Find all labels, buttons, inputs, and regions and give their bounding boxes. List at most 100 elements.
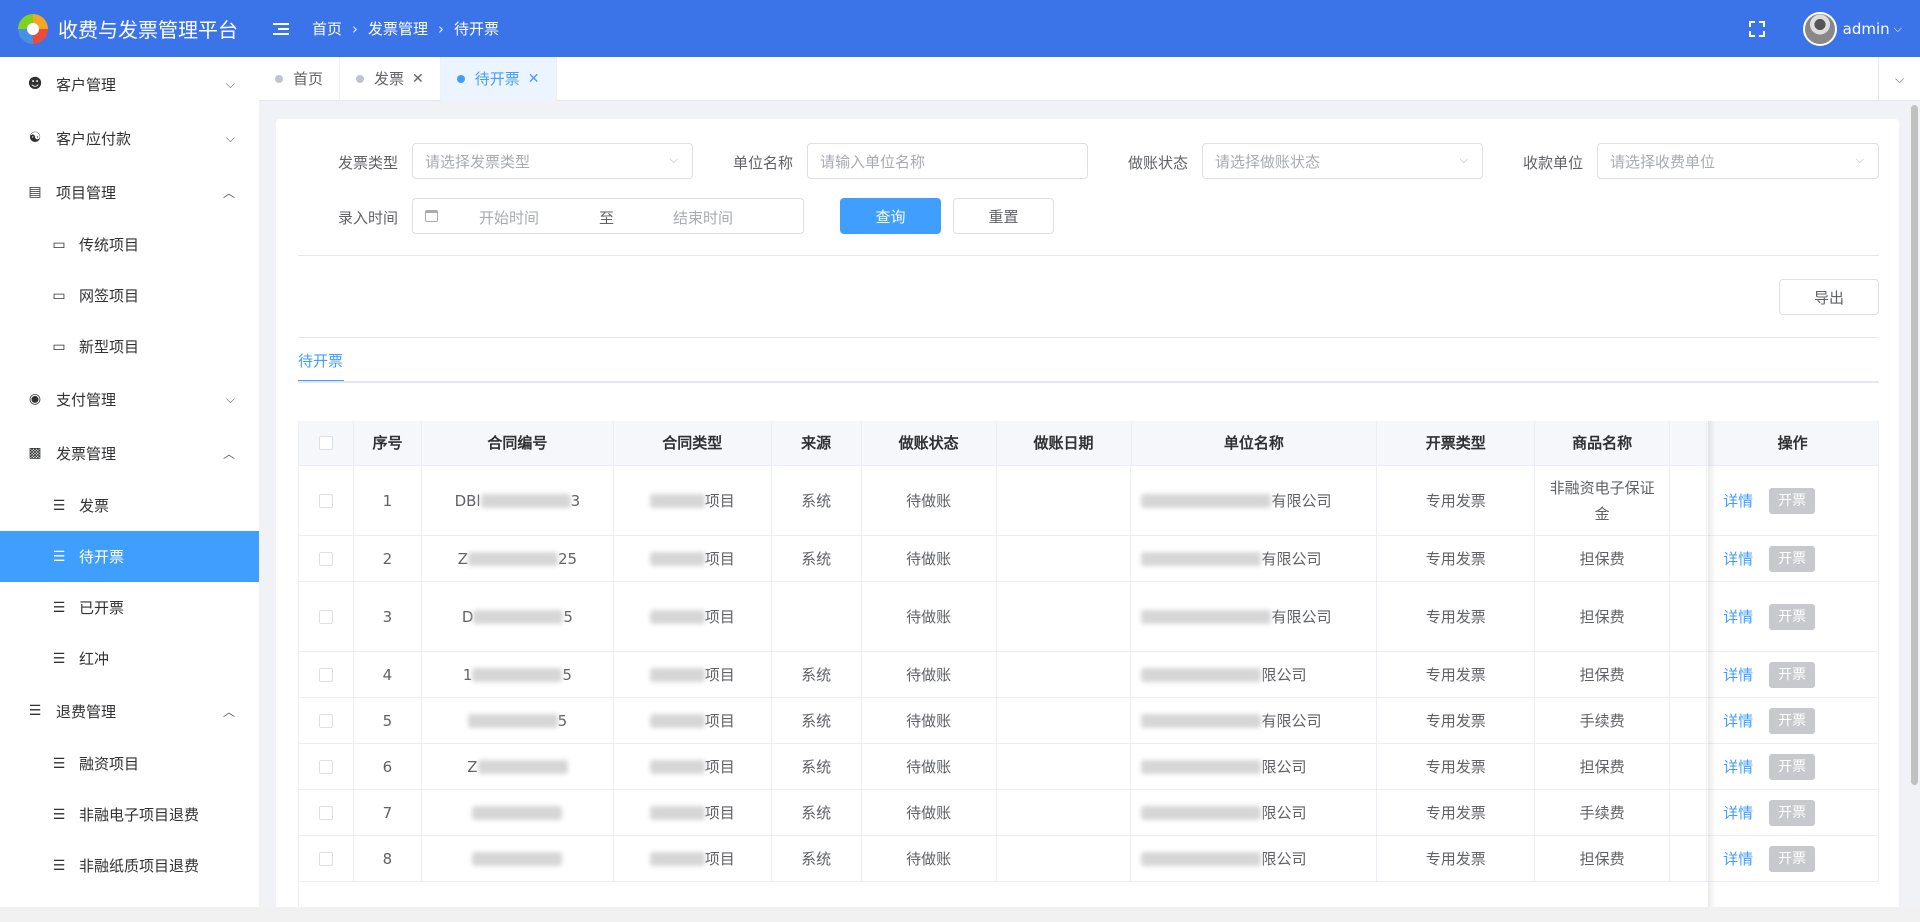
row-checkbox[interactable] [318, 759, 333, 774]
source-text: 系统 [801, 849, 832, 868]
account-status-select[interactable]: 请选择做账状态 ⌵ [1202, 143, 1483, 179]
sidebar-subitem-pending[interactable]: ☰ 待开票 [0, 531, 259, 582]
sidebar-item-customer[interactable]: ☻ 客户管理 ⌵ [0, 57, 259, 111]
close-icon[interactable]: ✕ [528, 71, 540, 87]
contract-number [472, 846, 563, 872]
detail-link[interactable]: 详情 [1723, 708, 1753, 734]
sidebar-subitem-issued[interactable]: ☰ 已开票 [0, 582, 259, 633]
issue-invoice-button[interactable]: 开票 [1769, 707, 1816, 734]
sidebar-item-customer-payable[interactable]: ☯ 客户应付款 ⌵ [0, 111, 259, 165]
list-icon: ☰ [52, 497, 66, 514]
unit-name-input[interactable]: 请输入单位名称 [807, 143, 1088, 179]
invoice-type: 专用发票 [1425, 757, 1486, 776]
issue-invoice-button[interactable]: 开票 [1769, 661, 1816, 688]
table-cell [997, 698, 1132, 743]
table-cell: 担保费 [1535, 582, 1671, 651]
table-cell [1670, 652, 1708, 697]
detail-link[interactable]: 详情 [1723, 546, 1753, 572]
reset-button[interactable]: 重置 [953, 198, 1054, 234]
sidebar-item-refund[interactable]: ☰ 退费管理 ︿ [0, 684, 259, 738]
horizontal-scrollbar[interactable] [0, 907, 1920, 922]
contract-type-suffix: 项目 [704, 711, 735, 730]
user-name[interactable]: admin [1843, 20, 1890, 38]
detail-link[interactable]: 详情 [1723, 662, 1753, 688]
issue-invoice-button[interactable]: 开票 [1769, 545, 1816, 572]
sidebar-subitem-nonfin-electronic[interactable]: ☰ 非融电子项目退费 [0, 789, 259, 840]
sidebar-subitem-new[interactable]: ▭ 新型项目 [0, 321, 259, 372]
list-icon: ☰ [52, 548, 66, 565]
avatar[interactable] [1802, 11, 1837, 46]
row-checkbox[interactable] [318, 805, 333, 820]
issue-invoice-button[interactable]: 开票 [1769, 799, 1816, 826]
chevron-down-icon[interactable]: ⌵ [1878, 57, 1920, 101]
table-cell: 项目 [614, 536, 772, 581]
row-checkbox[interactable] [318, 551, 333, 566]
start-date-placeholder[interactable]: 开始时间 [479, 207, 539, 228]
row-checkbox[interactable] [318, 713, 333, 728]
payee-unit-select[interactable]: 请选择收费单位 ⌵ [1597, 143, 1879, 179]
table-cell: 限公司 [1131, 790, 1378, 835]
tab-dot [456, 74, 465, 83]
table-cell: 详情 开票 [1707, 652, 1879, 697]
tab-invoice[interactable]: 发票 ✕ [340, 56, 441, 101]
sidebar-subitem-traditional[interactable]: ▭ 传统项目 [0, 219, 259, 270]
select-all-checkbox[interactable] [318, 436, 333, 450]
fullscreen-icon[interactable] [1748, 20, 1765, 37]
table-cell: 5 [354, 698, 422, 743]
table-cell: 手续费 [1535, 790, 1671, 835]
page-tabs: 首页 发票 ✕ 待开票 ✕ ⌵ [259, 56, 1920, 101]
table-cell [997, 836, 1132, 881]
sidebar-subitem-online[interactable]: ▭ 网签项目 [0, 270, 259, 321]
invoice-type: 专用发票 [1425, 665, 1486, 684]
sidebar-item-invoice[interactable]: ▩ 发票管理 ︿ [0, 426, 259, 480]
close-icon[interactable]: ✕ [412, 71, 424, 87]
issue-invoice-button[interactable]: 开票 [1769, 845, 1816, 872]
chevron-down-icon[interactable]: ⌵ [1894, 22, 1902, 36]
detail-link[interactable]: 详情 [1723, 488, 1753, 514]
table-cell: DBl 3 [422, 466, 614, 535]
source: 系统 [801, 708, 831, 734]
detail-link[interactable]: 详情 [1723, 754, 1753, 780]
sidebar-subitem-label: 红冲 [79, 650, 110, 668]
tab-pending-list[interactable]: 待开票 [298, 350, 343, 371]
breadcrumb-item-invoice[interactable]: 发票管理 [368, 18, 428, 39]
table-cell: 担保费 [1535, 836, 1671, 881]
issue-invoice-button[interactable]: 开票 [1769, 603, 1816, 630]
row-checkbox[interactable] [318, 667, 333, 682]
issue-invoice-button[interactable]: 开票 [1769, 753, 1816, 780]
tab-pending[interactable]: 待开票 ✕ [440, 56, 557, 101]
contract-number: 15 [463, 662, 572, 688]
table-cell [1670, 836, 1708, 881]
table-cell: 系统 [772, 652, 862, 697]
sidebar-item-payment[interactable]: ◉ 支付管理 ⌵ [0, 372, 259, 426]
breadcrumb-item-home[interactable]: 首页 [312, 18, 342, 39]
chevron-down-icon: ⌵ [669, 153, 678, 166]
issue-invoice-button[interactable]: 开票 [1769, 487, 1816, 514]
sidebar-subitem-financing[interactable]: ☰ 融资项目 [0, 738, 259, 789]
contract-type-suffix: 项目 [704, 491, 735, 510]
select-placeholder: 请选择收费单位 [1610, 152, 1716, 171]
invoice-type: 专用发票 [1425, 711, 1486, 730]
row-checkbox[interactable] [318, 851, 333, 866]
end-date-placeholder[interactable]: 结束时间 [673, 207, 733, 228]
sidebar-item-project[interactable]: ▤ 项目管理 ︿ [0, 165, 259, 219]
menu-collapse-icon[interactable] [270, 18, 292, 40]
redacted-text [472, 806, 563, 820]
vertical-scrollbar[interactable] [1911, 105, 1918, 785]
tab-home[interactable]: 首页 [259, 56, 341, 101]
detail-link[interactable]: 详情 [1723, 800, 1753, 826]
query-button[interactable]: 查询 [840, 198, 941, 234]
unit-name-suffix: 限公司 [1261, 803, 1307, 822]
contract-prefix: Z [457, 549, 468, 568]
sidebar-subitem-nonfin-paper[interactable]: ☰ 非融纸质项目退费 [0, 840, 259, 891]
row-checkbox[interactable] [318, 609, 333, 624]
detail-link[interactable]: 详情 [1723, 604, 1753, 630]
sidebar-subitem-invoice[interactable]: ☰ 发票 [0, 480, 259, 531]
file-icon: ▭ [52, 338, 66, 355]
entry-time-range[interactable]: 开始时间 至 结束时间 [412, 198, 804, 234]
row-checkbox[interactable] [318, 493, 333, 508]
invoice-type-select[interactable]: 请选择发票类型 ⌵ [412, 143, 693, 179]
detail-link[interactable]: 详情 [1723, 846, 1753, 872]
export-button[interactable]: 导出 [1779, 279, 1879, 315]
sidebar-subitem-red-reversal[interactable]: ☰ 红冲 [0, 633, 259, 684]
